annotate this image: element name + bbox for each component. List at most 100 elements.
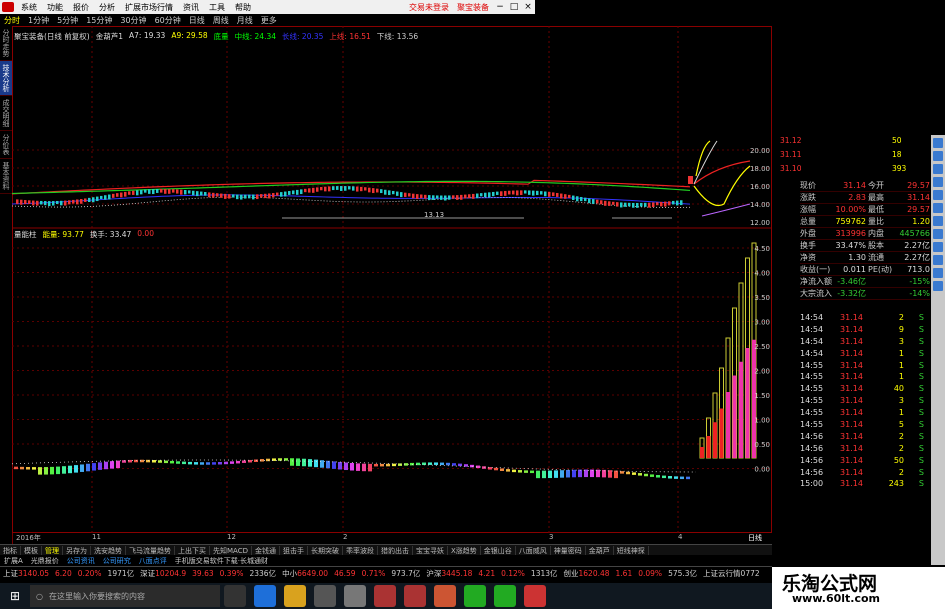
news-link[interactable]: 光鼎报价 — [27, 556, 63, 566]
formula-tab[interactable]: 上出下买 — [175, 545, 210, 556]
tick-side: S — [918, 313, 924, 322]
toolbar-icon[interactable] — [933, 268, 943, 278]
candle — [640, 202, 643, 207]
formula-tab[interactable]: 先知MACD — [210, 545, 252, 556]
app-icon[interactable] — [524, 585, 546, 607]
formula-tab[interactable]: 飞马流量趋势 — [126, 545, 175, 556]
menu-item-tools[interactable]: 工具 — [204, 2, 230, 13]
close-icon[interactable]: × — [521, 2, 535, 12]
period-tab-15min[interactable]: 15分钟 — [82, 15, 116, 26]
news-link[interactable]: 公司资讯 — [63, 556, 99, 566]
tick-price: 31.14 — [840, 443, 863, 453]
toolbar-icon[interactable] — [933, 164, 943, 174]
formula-tab[interactable]: 猎豹出击 — [378, 545, 413, 556]
store-icon[interactable] — [314, 585, 336, 607]
formula-tab[interactable]: 指标 — [0, 545, 21, 556]
candle — [152, 189, 155, 195]
task-view-icon[interactable] — [224, 585, 246, 607]
stock-name-link[interactable]: 聚宝装备 — [453, 2, 493, 13]
tick-side: S — [918, 479, 924, 489]
toolbar-icon[interactable] — [933, 203, 943, 213]
period-tab-more[interactable]: 更多 — [257, 15, 281, 26]
stock-app-icon[interactable] — [434, 585, 456, 607]
watermark-url: www.60lt.com — [792, 592, 881, 605]
menu-item-extended-market[interactable]: 扩展市场行情 — [120, 2, 178, 13]
news-link[interactable]: 公司研究 — [99, 556, 135, 566]
candle — [432, 195, 435, 200]
formula-tab[interactable]: 金银山谷 — [481, 545, 516, 556]
formula-tab[interactable]: 金葫芦 — [586, 545, 614, 556]
news-link[interactable]: 八面点评 — [135, 556, 171, 566]
formula-tab[interactable]: 狙击手 — [280, 545, 308, 556]
news-link[interactable]: 手机版交易软件下载·长城通财 — [171, 556, 272, 566]
wechat-icon[interactable] — [464, 585, 486, 607]
formula-tab[interactable]: 八面威风 — [516, 545, 551, 556]
formula-tab[interactable]: 长期突破 — [308, 545, 343, 556]
stock-app-icon[interactable] — [374, 585, 396, 607]
toolbar-icon[interactable] — [933, 177, 943, 187]
candle — [340, 186, 343, 191]
period-tab-weekly[interactable]: 周线 — [209, 15, 233, 26]
left-tab-fundamentals[interactable]: 基本资料 — [0, 159, 12, 194]
edge-browser-icon[interactable] — [254, 585, 276, 607]
kline-chart[interactable]: 20.0018.0016.0014.0012.004.504.003.503.0… — [12, 26, 772, 542]
formula-tab[interactable]: 金钱通 — [252, 545, 280, 556]
stock-app-icon[interactable] — [404, 585, 426, 607]
menu-item-function[interactable]: 功能 — [42, 2, 68, 13]
formula-tab[interactable]: X涨趋势 — [448, 545, 481, 556]
toolbar-icon[interactable] — [933, 242, 943, 252]
formula-tab[interactable]: 短线神探 — [614, 545, 649, 556]
taskbar-search-box[interactable]: ○ 在这里输入你要搜索的内容 — [30, 585, 220, 607]
formula-tab[interactable]: 宝宝寻妖 — [413, 545, 448, 556]
calculator-icon[interactable] — [344, 585, 366, 607]
left-tab-intraday[interactable]: 分时走势 — [0, 26, 12, 61]
menu-item-system[interactable]: 系统 — [16, 2, 42, 13]
toolbar-icon[interactable] — [933, 138, 943, 148]
formula-tab[interactable]: 管理 — [42, 545, 63, 556]
formula-tab[interactable]: 乖率波段 — [343, 545, 378, 556]
windows-start-icon[interactable]: ⊞ — [0, 583, 30, 609]
quote-label: 量比 — [868, 217, 884, 226]
left-tab-technical[interactable]: 技术分析 — [0, 61, 12, 96]
menu-item-help[interactable]: 帮助 — [230, 2, 256, 13]
toolbar-icon[interactable] — [933, 151, 943, 161]
menu-item-analysis[interactable]: 分析 — [94, 2, 120, 13]
news-link[interactable]: 扩展A — [0, 556, 27, 566]
toolbar-icon[interactable] — [933, 255, 943, 265]
indicator-value: 换手: 33.47 — [89, 230, 132, 239]
period-tab-30min[interactable]: 30分钟 — [116, 15, 150, 26]
formula-tab[interactable]: 模板 — [21, 545, 42, 556]
candle — [244, 194, 247, 199]
wechat-icon[interactable] — [494, 585, 516, 607]
toolbar-icon[interactable] — [933, 216, 943, 226]
trade-login-link[interactable]: 交易未登录 — [405, 2, 453, 13]
file-explorer-icon[interactable] — [284, 585, 306, 607]
left-tab-price-table[interactable]: 分价表 — [0, 131, 12, 159]
tick-side: S — [918, 431, 924, 441]
maximize-icon[interactable]: □ — [507, 2, 521, 12]
quote-label — [866, 276, 898, 287]
formula-tab[interactable]: 另存为 — [63, 545, 91, 556]
toolbar-icon[interactable] — [933, 281, 943, 291]
left-tab-trades[interactable]: 成交明细 — [0, 96, 12, 131]
toolbar-icon[interactable] — [933, 229, 943, 239]
candle — [384, 189, 387, 195]
formula-tab[interactable]: 神量密码 — [551, 545, 586, 556]
candle — [652, 202, 655, 208]
menu-item-news[interactable]: 资讯 — [178, 2, 204, 13]
minimize-icon[interactable]: − — [493, 2, 507, 12]
candle — [72, 199, 75, 204]
formula-tab[interactable]: 洗安趋势 — [91, 545, 126, 556]
period-tab-5min[interactable]: 5分钟 — [53, 15, 82, 26]
period-tab-monthly[interactable]: 月线 — [233, 15, 257, 26]
period-tab-intraday[interactable]: 分时 — [0, 15, 24, 26]
menu-item-quote[interactable]: 报价 — [68, 2, 94, 13]
energy-dot — [434, 462, 438, 465]
candle — [632, 202, 635, 208]
period-tab-1min[interactable]: 1分钟 — [24, 15, 53, 26]
period-tab-60min[interactable]: 60分钟 — [151, 15, 185, 26]
candle — [664, 201, 667, 207]
candle — [336, 186, 339, 190]
period-tab-daily[interactable]: 日线 — [185, 15, 209, 26]
toolbar-icon[interactable] — [933, 190, 943, 200]
